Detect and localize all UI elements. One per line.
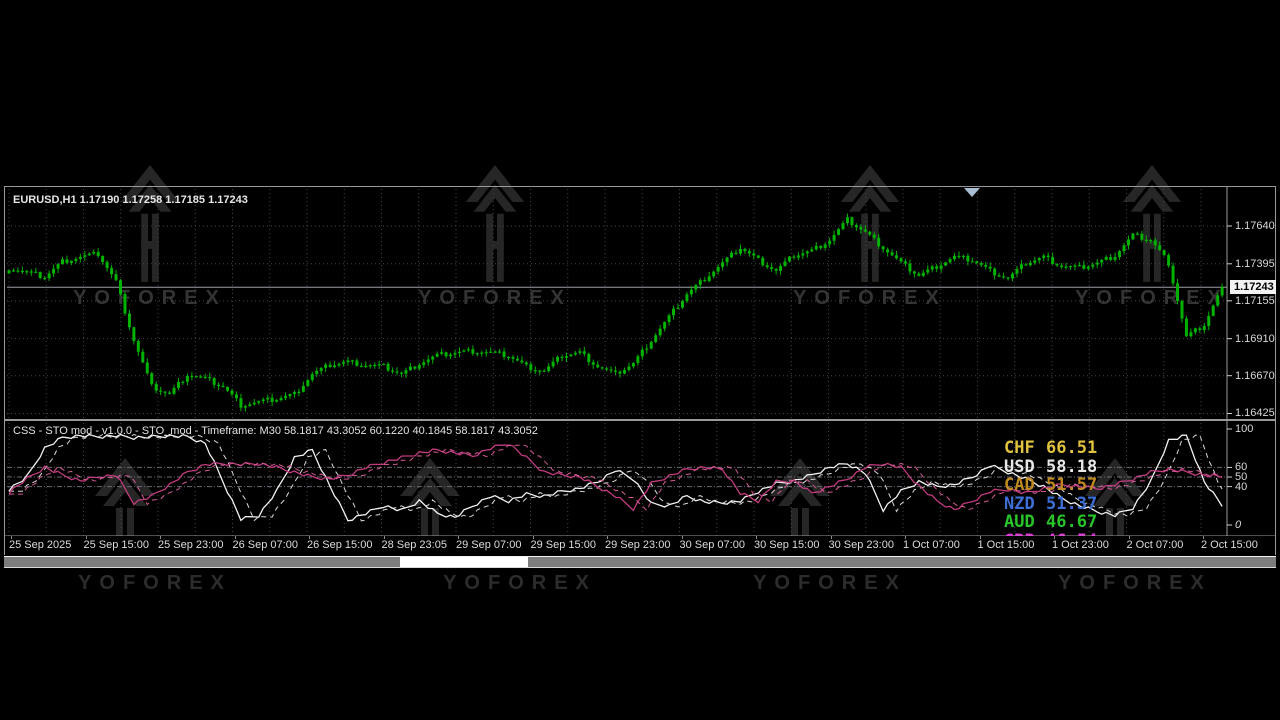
symbol-timeframe-label: EURUSD,H1 xyxy=(13,194,77,206)
time-axis-label: 30 Sep 23:00 xyxy=(829,539,894,551)
time-axis-label: 25 Sep 2025 xyxy=(9,539,71,551)
time-axis-label: 26 Sep 15:00 xyxy=(307,539,372,551)
currency-strength-row: CAD51.57 xyxy=(1004,475,1097,495)
price-axis-label: 1.16425 xyxy=(1235,407,1275,419)
indicator-axis-label: 0 xyxy=(1235,519,1241,531)
currency-code: CAD xyxy=(1004,475,1046,495)
time-axis-label: 29 Sep 15:00 xyxy=(531,539,596,551)
currency-strength-value: 51.57 xyxy=(1046,475,1097,495)
time-axis-label: 29 Sep 07:00 xyxy=(456,539,521,551)
indicator-axis-label: 100 xyxy=(1235,423,1253,435)
chart-object-marker-icon[interactable] xyxy=(964,188,980,197)
time-axis-label: 1 Oct 15:00 xyxy=(978,539,1035,551)
currency-strength-value: 46.67 xyxy=(1046,512,1097,532)
price-axis-label: 1.16670 xyxy=(1235,370,1275,382)
ohlc-values: 1.17190 1.17258 1.17185 1.17243 xyxy=(80,194,248,206)
watermark-text: YOFOREX xyxy=(1055,572,1215,595)
time-axis-label: 25 Sep 15:00 xyxy=(84,539,149,551)
currency-code: AUD xyxy=(1004,512,1046,532)
time-axis-label: 2 Oct 15:00 xyxy=(1201,539,1258,551)
time-axis-label: 28 Sep 23:05 xyxy=(382,539,447,551)
currency-strength-value: 51.37 xyxy=(1046,494,1097,514)
currency-strength-row: NZD51.37 xyxy=(1004,494,1097,514)
chart-window[interactable]: EURUSD,H1 1.17190 1.17258 1.17185 1.1724… xyxy=(4,186,1276,555)
time-axis-label: 29 Sep 23:00 xyxy=(605,539,670,551)
time-axis-label: 1 Oct 07:00 xyxy=(903,539,960,551)
time-axis[interactable]: 25 Sep 2025 25 Sep 15:00 25 Sep 23:00 26 Se… xyxy=(5,536,1275,555)
scrollbar-thumb[interactable] xyxy=(400,557,528,567)
ohlc-header: EURUSD,H1 1.17190 1.17258 1.17185 1.1724… xyxy=(13,194,248,206)
time-axis-label: 30 Sep 15:00 xyxy=(754,539,819,551)
time-axis-label: 2 Oct 07:00 xyxy=(1127,539,1184,551)
current-price-tag: 1.17243 xyxy=(1230,280,1276,294)
price-axis-label: 1.17395 xyxy=(1235,258,1275,270)
price-axis-label: 1.17640 xyxy=(1235,220,1275,232)
indicator-axis-label: 40 xyxy=(1235,481,1247,493)
currency-strength-value: 66.51 xyxy=(1046,438,1097,458)
watermark-text: YOFOREX xyxy=(440,572,600,595)
watermark-text: YOFOREX xyxy=(75,572,235,595)
currency-strength-row: AUD46.67 xyxy=(1004,512,1097,532)
indicator-panel[interactable]: CHF66.51USD58.18CAD51.57NZD51.37AUD46.67… xyxy=(7,421,1227,536)
time-axis-label: 1 Oct 23:00 xyxy=(1052,539,1109,551)
price-axis-label: 1.16910 xyxy=(1235,333,1275,345)
currency-strength-row: USD58.18 xyxy=(1004,457,1097,477)
currency-code: USD xyxy=(1004,457,1046,477)
watermark-text: YOFOREX xyxy=(750,572,910,595)
currency-code: NZD xyxy=(1004,494,1046,514)
currency-strength-row: CHF66.51 xyxy=(1004,438,1097,458)
time-axis-label: 30 Sep 07:00 xyxy=(680,539,745,551)
currency-strength-value: 58.18 xyxy=(1046,457,1097,477)
currency-code: CHF xyxy=(1004,438,1046,458)
price-axis-label: 1.17155 xyxy=(1235,295,1275,307)
time-axis-label: 26 Sep 07:00 xyxy=(233,539,298,551)
time-axis-label: 25 Sep 23:00 xyxy=(158,539,223,551)
horizontal-scrollbar[interactable] xyxy=(4,556,1276,568)
